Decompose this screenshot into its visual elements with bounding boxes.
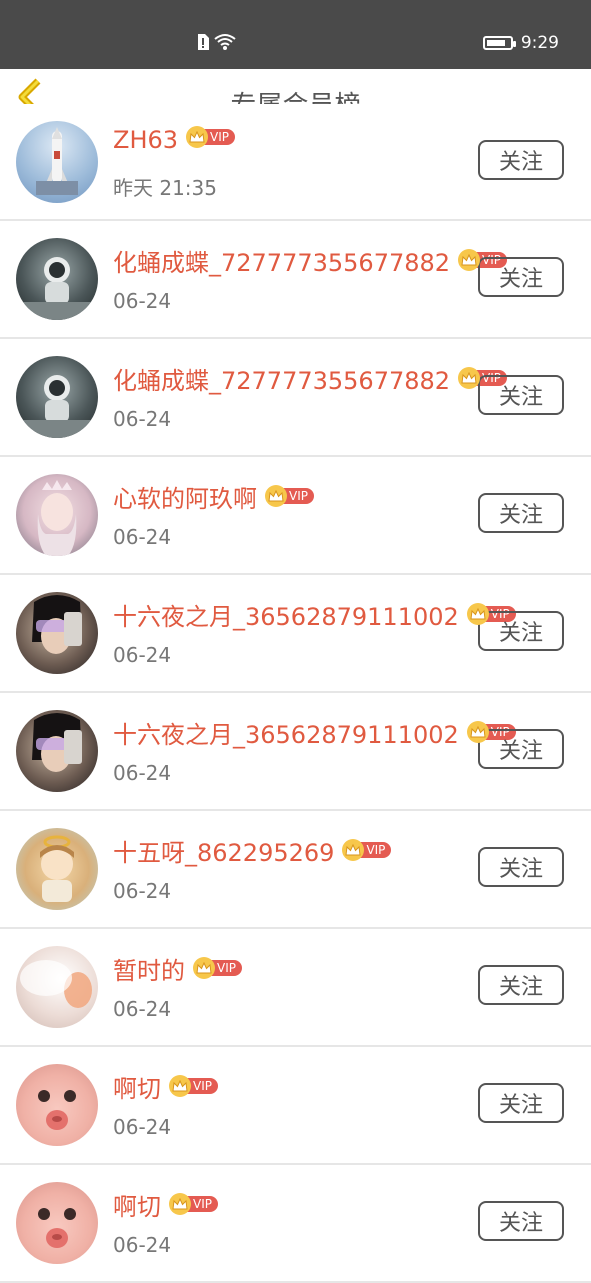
avatar-girl-phone[interactable] — [16, 710, 98, 792]
member-name: 十六夜之月_36562879111002 — [113, 721, 459, 749]
battery-icon — [482, 36, 516, 50]
member-time: 06-24 — [113, 1115, 172, 1139]
member-name: 暂时的 — [113, 957, 185, 985]
status-right: 9:29 — [482, 33, 559, 53]
vip-badge: VIP — [169, 1193, 218, 1215]
status-time: 9:29 — [520, 33, 559, 53]
crown-icon — [169, 1193, 191, 1215]
avatar-baby-face[interactable] — [16, 1064, 98, 1146]
follow-button[interactable]: 关注 — [478, 847, 564, 887]
member-time: 06-24 — [113, 1233, 172, 1257]
avatar-cartoon-angel[interactable] — [16, 828, 98, 910]
crown-icon — [466, 603, 489, 625]
member-name: 啊切 — [113, 1193, 161, 1221]
crown-icon — [169, 1075, 191, 1097]
member-time: 06-24 — [113, 407, 172, 431]
member-name-line: 十六夜之月_36562879111002 VIP — [113, 597, 516, 632]
member-name: 化蛹成蝶_727777355677882 — [113, 249, 451, 277]
member-row[interactable]: ZH63 VIP 昨天 21:35 关注 — [0, 104, 591, 221]
member-row[interactable]: 啊切 VIP 06-24 关注 — [0, 1165, 591, 1283]
vip-badge: VIP — [186, 126, 236, 148]
member-time: 06-24 — [113, 761, 172, 785]
member-name-line: 十五呀_862295269 VIP — [113, 833, 392, 868]
member-name-line: ZH63 VIP — [113, 126, 236, 154]
avatar-astronaut[interactable] — [16, 238, 98, 320]
crown-icon — [193, 957, 215, 979]
member-row[interactable]: 暂时的 VIP 06-24 关注 — [0, 929, 591, 1047]
follow-button[interactable]: 关注 — [478, 611, 564, 651]
follow-button[interactable]: 关注 — [478, 965, 564, 1005]
status-icons — [196, 33, 236, 55]
member-name: ZH63 — [113, 126, 179, 154]
crown-icon — [186, 126, 209, 148]
member-name-line: 化蛹成蝶_727777355677882 VIP — [113, 361, 508, 396]
member-name-line: 十六夜之月_36562879111002 VIP — [113, 715, 516, 750]
vip-badge: VIP — [265, 485, 314, 507]
follow-button[interactable]: 关注 — [478, 257, 564, 297]
member-row[interactable]: 十六夜之月_36562879111002 VIP 06-24 关注 — [0, 575, 591, 693]
member-name-line: 啊切 VIP — [113, 1069, 218, 1104]
member-name: 啊切 — [113, 1075, 161, 1103]
follow-button[interactable]: 关注 — [478, 375, 564, 415]
member-list: ZH63 VIP 昨天 21:35 关注 化蛹成蝶_727777355677882… — [0, 104, 591, 1283]
member-name: 十六夜之月_36562879111002 — [113, 603, 459, 631]
crown-icon — [458, 249, 481, 271]
wifi-icon — [214, 33, 236, 55]
member-name-line: 心软的阿玖啊 VIP — [113, 479, 314, 514]
avatar-girl-phone[interactable] — [16, 592, 98, 674]
member-row[interactable]: 啊切 VIP 06-24 关注 — [0, 1047, 591, 1165]
member-row[interactable]: 心软的阿玖啊 VIP 06-24 关注 — [0, 457, 591, 575]
follow-button[interactable]: 关注 — [478, 1201, 564, 1241]
member-row[interactable]: 化蛹成蝶_727777355677882 VIP 06-24 关注 — [0, 221, 591, 339]
avatar-baby-face[interactable] — [16, 1182, 98, 1264]
member-name-line: 啊切 VIP — [113, 1187, 218, 1222]
avatar-astronaut[interactable] — [16, 356, 98, 438]
vip-badge: VIP — [342, 839, 392, 861]
crown-icon — [265, 485, 287, 507]
member-time: 06-24 — [113, 525, 172, 549]
vip-badge: VIP — [193, 957, 242, 979]
follow-button[interactable]: 关注 — [478, 1083, 564, 1123]
avatar-soft-pink[interactable] — [16, 946, 98, 1028]
member-time: 06-24 — [113, 879, 172, 903]
crown-icon — [458, 367, 481, 389]
avatar-girl-crown[interactable] — [16, 474, 98, 556]
follow-button[interactable]: 关注 — [478, 729, 564, 769]
member-name-line: 化蛹成蝶_727777355677882 VIP — [113, 243, 508, 278]
follow-button[interactable]: 关注 — [478, 140, 564, 180]
member-row[interactable]: 化蛹成蝶_727777355677882 VIP 06-24 关注 — [0, 339, 591, 457]
status-bar: 9:29 — [0, 0, 591, 69]
member-row[interactable]: 十六夜之月_36562879111002 VIP 06-24 关注 — [0, 693, 591, 811]
crown-icon — [466, 721, 489, 743]
member-time: 06-24 — [113, 289, 172, 313]
member-name: 化蛹成蝶_727777355677882 — [113, 367, 451, 395]
member-name: 十五呀_862295269 — [113, 839, 335, 867]
vip-badge: VIP — [169, 1075, 218, 1097]
member-time: 昨天 21:35 — [113, 176, 217, 200]
member-time: 06-24 — [113, 997, 172, 1021]
avatar-rocket[interactable] — [16, 121, 98, 203]
member-row[interactable]: 十五呀_862295269 VIP 06-24 关注 — [0, 811, 591, 929]
member-time: 06-24 — [113, 643, 172, 667]
member-name: 心软的阿玖啊 — [113, 485, 257, 513]
sim-alert-icon — [196, 33, 210, 55]
follow-button[interactable]: 关注 — [478, 493, 564, 533]
member-name-line: 暂时的 VIP — [113, 951, 242, 986]
